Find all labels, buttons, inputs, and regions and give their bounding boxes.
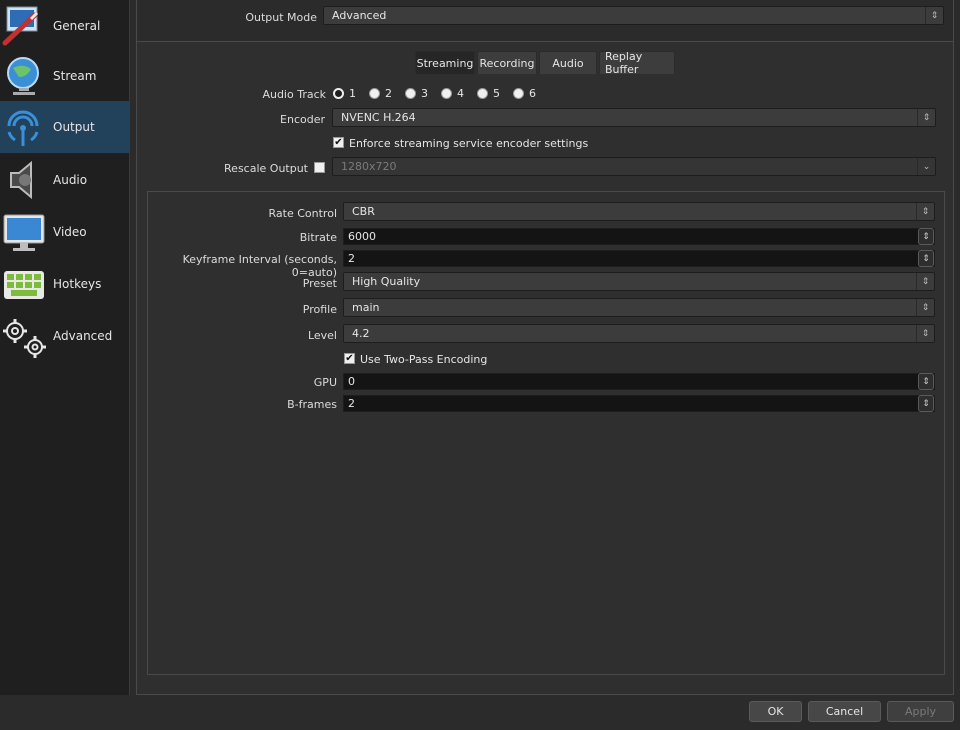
sidebar-item-stream[interactable]: Stream [0, 50, 130, 102]
rate-control-select[interactable]: CBR ⇕ [343, 202, 935, 221]
sidebar-item-label: Stream [53, 69, 97, 83]
tab-recording[interactable]: Recording [477, 51, 537, 74]
two-pass-checkbox[interactable]: ✔ [344, 353, 355, 364]
rescale-output-checkbox[interactable] [314, 162, 325, 173]
output-tabs: Streaming Recording Audio Replay Buffer [415, 50, 677, 76]
profile-label: Profile [302, 303, 337, 316]
audio-track-radio-2[interactable] [369, 88, 380, 99]
sidebar-item-label: Advanced [53, 329, 113, 343]
spin-arrows-icon[interactable]: ⇕ [918, 373, 934, 390]
sidebar-item-hotkeys[interactable]: Hotkeys [0, 258, 130, 310]
output-mode-select[interactable]: Advanced ⇕ [323, 6, 944, 25]
tab-streaming[interactable]: Streaming [415, 51, 475, 74]
tab-replay-buffer[interactable]: Replay Buffer [599, 50, 675, 76]
sidebar-item-label: Output [53, 120, 95, 134]
level-select[interactable]: 4.2 ⇕ [343, 324, 935, 343]
audio-track-label: Audio Track [262, 88, 326, 101]
ok-button[interactable]: OK [749, 701, 802, 722]
encoder-label: Encoder [280, 113, 325, 126]
tab-audio[interactable]: Audio [539, 51, 597, 74]
sidebar-item-advanced[interactable]: Advanced [0, 310, 130, 362]
sidebar-item-label: Video [53, 225, 87, 239]
profile-value: main [352, 301, 380, 314]
radio-label: 3 [421, 87, 428, 100]
audio-track-radio-3[interactable] [405, 88, 416, 99]
stream-icon [0, 52, 48, 100]
rescale-value: 1280x720 [341, 160, 397, 173]
audio-track-radio-4[interactable] [441, 88, 452, 99]
keyframe-interval-value: 2 [348, 252, 355, 265]
rate-control-value: CBR [352, 205, 375, 218]
profile-select[interactable]: main ⇕ [343, 298, 935, 317]
preset-value: High Quality [352, 275, 421, 288]
gpu-value: 0 [348, 375, 355, 388]
bframes-label: B-frames [287, 398, 337, 411]
keyframe-interval-input[interactable]: 2 ⇕ [343, 250, 935, 267]
video-icon [0, 208, 48, 256]
spin-arrows-icon[interactable]: ⇕ [918, 395, 934, 412]
encoder-select[interactable]: NVENC H.264 ⇕ [332, 108, 936, 127]
bitrate-input[interactable]: 6000 ⇕ [343, 228, 935, 245]
settings-sidebar: General Stream Output Audio Video Hotkey… [0, 0, 130, 695]
spin-arrows-icon[interactable]: ⇕ [918, 250, 934, 267]
updown-arrow-icon: ⇕ [917, 109, 935, 126]
level-label: Level [307, 329, 337, 342]
encoder-settings-group: Rate Control CBR ⇕ Bitrate 6000 ⇕ Keyfra… [147, 191, 945, 675]
rescale-output-label: Rescale Output [224, 162, 308, 175]
audio-track-radio-1[interactable] [333, 88, 344, 99]
enforce-encoder-label: Enforce streaming service encoder settin… [349, 137, 589, 150]
radio-label: 5 [493, 87, 500, 100]
bitrate-value: 6000 [348, 230, 376, 243]
general-icon [0, 2, 48, 50]
sidebar-item-label: Audio [53, 173, 88, 187]
audio-track-radios: 1 2 3 4 5 6 [333, 87, 549, 100]
output-mode-value: Advanced [332, 9, 387, 22]
updown-arrow-icon: ⇕ [916, 325, 934, 342]
encoder-value: NVENC H.264 [341, 111, 416, 124]
gpu-input[interactable]: 0 ⇕ [343, 373, 935, 390]
radio-label: 6 [529, 87, 536, 100]
audio-track-radio-6[interactable] [513, 88, 524, 99]
spin-arrows-icon[interactable]: ⇕ [918, 228, 934, 245]
hotkeys-icon [0, 260, 48, 308]
bitrate-label: Bitrate [299, 231, 337, 244]
audio-icon [0, 156, 48, 204]
advanced-icon [0, 312, 48, 360]
updown-arrow-icon: ⇕ [916, 203, 934, 220]
sidebar-item-output[interactable]: Output [0, 101, 130, 153]
sidebar-item-label: Hotkeys [53, 277, 102, 291]
sidebar-item-audio[interactable]: Audio [0, 154, 130, 206]
updown-arrow-icon: ⇕ [925, 7, 943, 24]
output-mode-label: Output Mode [245, 11, 317, 24]
two-pass-label: Use Two-Pass Encoding [360, 353, 488, 366]
audio-track-radio-5[interactable] [477, 88, 488, 99]
output-mode-row: Output Mode Advanced ⇕ [137, 0, 953, 42]
sidebar-item-general[interactable]: General [0, 0, 130, 52]
preset-select[interactable]: High Quality ⇕ [343, 272, 935, 291]
apply-button[interactable]: Apply [887, 701, 954, 722]
updown-arrow-icon: ⇕ [916, 299, 934, 316]
keyframe-interval-label: Keyframe Interval (seconds, 0=auto) [182, 253, 337, 279]
radio-label: 1 [349, 87, 356, 100]
bframes-value: 2 [348, 397, 355, 410]
output-settings-panel: Output Mode Advanced ⇕ Streaming Recordi… [136, 0, 954, 695]
sidebar-item-label: General [53, 19, 101, 33]
radio-label: 4 [457, 87, 464, 100]
level-value: 4.2 [352, 327, 370, 340]
bframes-input[interactable]: 2 ⇕ [343, 395, 935, 412]
radio-label: 2 [385, 87, 392, 100]
cancel-button[interactable]: Cancel [808, 701, 881, 722]
gpu-label: GPU [313, 376, 337, 389]
output-icon [0, 103, 48, 151]
sidebar-item-video[interactable]: Video [0, 206, 130, 258]
rescale-resolution-select[interactable]: 1280x720 ⌄ [332, 157, 936, 176]
enforce-encoder-checkbox[interactable]: ✔ [333, 137, 344, 148]
updown-arrow-icon: ⇕ [916, 273, 934, 290]
chevron-down-icon: ⌄ [917, 158, 935, 175]
rate-control-label: Rate Control [268, 207, 337, 220]
preset-label: Preset [302, 277, 337, 290]
